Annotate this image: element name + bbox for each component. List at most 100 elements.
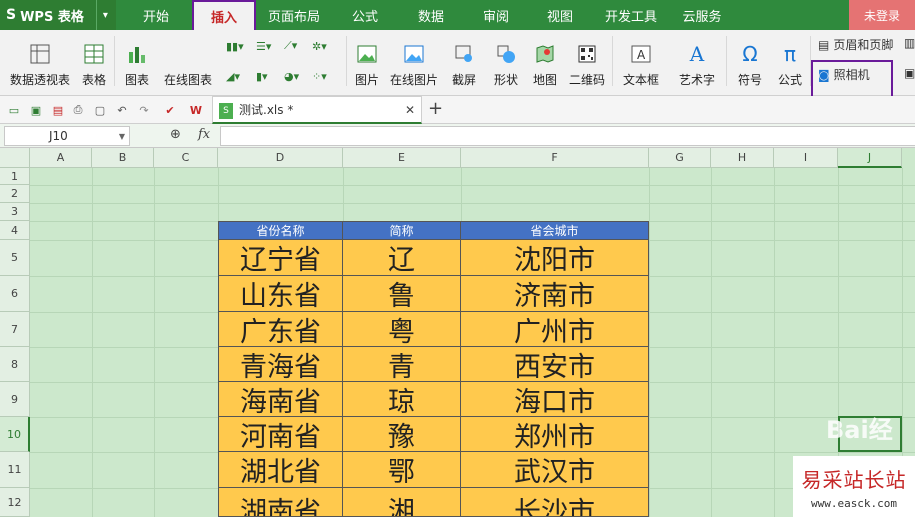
- table-cell[interactable]: 粤: [343, 312, 461, 348]
- online-chart-button[interactable]: 在线图表: [156, 30, 220, 88]
- table-cell[interactable]: 海南省: [219, 382, 343, 418]
- screenshot-button[interactable]: 截屏: [446, 30, 482, 88]
- column-chart-icon[interactable]: ▮▮▾: [226, 38, 244, 54]
- table-cell[interactable]: 辽宁省: [219, 240, 343, 276]
- app-menu-button[interactable]: S WPS 表格 ▾: [0, 0, 116, 30]
- header-footer-button[interactable]: ▤ 页眉和页脚: [818, 36, 893, 53]
- table-cell[interactable]: 鲁: [343, 276, 461, 312]
- picture-button[interactable]: 图片: [352, 30, 382, 88]
- object-icon[interactable]: ▣: [904, 66, 915, 80]
- column-header[interactable]: B: [92, 148, 154, 168]
- table-cell[interactable]: 广东省: [219, 312, 343, 348]
- column-header[interactable]: F: [461, 148, 649, 168]
- pivot-table-button[interactable]: 数据透视表: [6, 30, 74, 88]
- table-cell[interactable]: 广州市: [461, 312, 649, 348]
- formula-input[interactable]: [220, 126, 915, 146]
- table-cell[interactable]: 沈阳市: [461, 240, 649, 276]
- chevron-down-icon[interactable]: ▾: [95, 0, 108, 30]
- undo-icon[interactable]: ↶: [114, 102, 130, 118]
- wordart-button[interactable]: A 艺术字: [672, 30, 722, 88]
- row-header[interactable]: 11: [0, 452, 30, 488]
- wps-icon[interactable]: W: [188, 102, 204, 118]
- print-icon[interactable]: ⎙: [70, 102, 86, 118]
- pie-chart-icon[interactable]: ◕▾: [284, 68, 299, 84]
- table-cell[interactable]: 湖南省: [219, 488, 343, 517]
- tab-formulas[interactable]: 公式: [332, 0, 398, 30]
- table-cell[interactable]: 郑州市: [461, 417, 649, 453]
- table-button[interactable]: 表格: [78, 30, 110, 88]
- table-cell[interactable]: 长沙市: [461, 488, 649, 517]
- column-header[interactable]: C: [154, 148, 218, 168]
- table-cell[interactable]: 西安市: [461, 347, 649, 383]
- row-header[interactable]: 7: [0, 312, 30, 347]
- row-header[interactable]: 8: [0, 347, 30, 382]
- table-cell[interactable]: 辽: [343, 240, 461, 276]
- online-picture-button[interactable]: 在线图片: [386, 30, 442, 88]
- more-icon[interactable]: ▥: [904, 36, 915, 50]
- chevron-down-icon[interactable]: ▼: [119, 132, 125, 141]
- customize-icon[interactable]: ✔: [162, 102, 178, 118]
- redo-icon[interactable]: ↷: [136, 102, 152, 118]
- table-cell[interactable]: 武汉市: [461, 452, 649, 488]
- column-header-selected[interactable]: J: [838, 148, 902, 168]
- formula-button[interactable]: π 公式: [774, 30, 806, 88]
- print-preview-icon[interactable]: ▢: [92, 102, 108, 118]
- zoom-icon[interactable]: ⊕: [170, 127, 181, 142]
- tab-page-layout[interactable]: 页面布局: [256, 0, 332, 30]
- tab-view[interactable]: 视图: [528, 0, 592, 30]
- close-icon[interactable]: ✕: [405, 103, 415, 117]
- open-folder-icon[interactable]: ▭: [6, 102, 22, 118]
- table-cell[interactable]: 琼: [343, 382, 461, 418]
- table-cell[interactable]: 青海省: [219, 347, 343, 383]
- table-cell[interactable]: 湖北省: [219, 452, 343, 488]
- select-all-corner[interactable]: [0, 148, 30, 168]
- table-cell[interactable]: 青: [343, 347, 461, 383]
- table-cell[interactable]: 济南市: [461, 276, 649, 312]
- pdf-export-icon[interactable]: ▤: [50, 102, 66, 118]
- tab-cloud[interactable]: 云服务: [670, 0, 734, 30]
- area-chart-icon[interactable]: ◢▾: [226, 68, 240, 84]
- tab-home[interactable]: 开始: [120, 0, 192, 30]
- textbox-button[interactable]: A 文本框: [616, 30, 666, 88]
- new-tab-icon[interactable]: +: [428, 98, 443, 119]
- save-icon[interactable]: ▣: [28, 102, 44, 118]
- shapes-button[interactable]: 形状: [488, 30, 524, 88]
- row-header[interactable]: 1: [0, 168, 30, 185]
- radar-chart-icon[interactable]: ✲▾: [312, 38, 327, 54]
- name-box[interactable]: J10 ▼: [4, 126, 130, 146]
- stock-chart-icon[interactable]: ▮▾: [256, 68, 268, 84]
- table-cell[interactable]: 山东省: [219, 276, 343, 312]
- tab-review[interactable]: 审阅: [464, 0, 528, 30]
- table-cell[interactable]: 豫: [343, 417, 461, 453]
- bar-chart-small-icon[interactable]: ☰▾: [256, 38, 271, 54]
- line-chart-icon[interactable]: ⟋▾: [284, 38, 297, 54]
- row-header[interactable]: 9: [0, 382, 30, 417]
- row-header[interactable]: 4: [0, 221, 30, 240]
- column-header[interactable]: H: [711, 148, 774, 168]
- chart-button[interactable]: 图表: [120, 30, 154, 88]
- table-cell[interactable]: 海口市: [461, 382, 649, 418]
- scatter-chart-icon[interactable]: ⁘▾: [312, 68, 327, 84]
- login-button[interactable]: 未登录: [849, 0, 915, 30]
- tab-data[interactable]: 数据: [398, 0, 464, 30]
- row-header[interactable]: 5: [0, 240, 30, 276]
- symbol-button[interactable]: Ω 符号: [730, 30, 770, 88]
- row-header-selected[interactable]: 10: [0, 417, 30, 452]
- fx-icon[interactable]: fx: [198, 127, 210, 142]
- document-tab[interactable]: S 测试.xls * ✕: [212, 96, 422, 124]
- column-header[interactable]: A: [30, 148, 92, 168]
- table-cell[interactable]: 鄂: [343, 452, 461, 488]
- column-header[interactable]: G: [649, 148, 711, 168]
- table-cell[interactable]: 河南省: [219, 417, 343, 453]
- row-header[interactable]: 12: [0, 488, 30, 517]
- tab-developer[interactable]: 开发工具: [592, 0, 670, 30]
- row-header[interactable]: 6: [0, 276, 30, 312]
- column-header[interactable]: D: [218, 148, 343, 168]
- row-header[interactable]: 3: [0, 203, 30, 221]
- row-header[interactable]: 2: [0, 185, 30, 203]
- table-cell[interactable]: 湘: [343, 488, 461, 517]
- column-header[interactable]: I: [774, 148, 838, 168]
- qrcode-button[interactable]: 二维码: [566, 30, 608, 88]
- column-header[interactable]: E: [343, 148, 461, 168]
- map-button[interactable]: 地图: [530, 30, 560, 88]
